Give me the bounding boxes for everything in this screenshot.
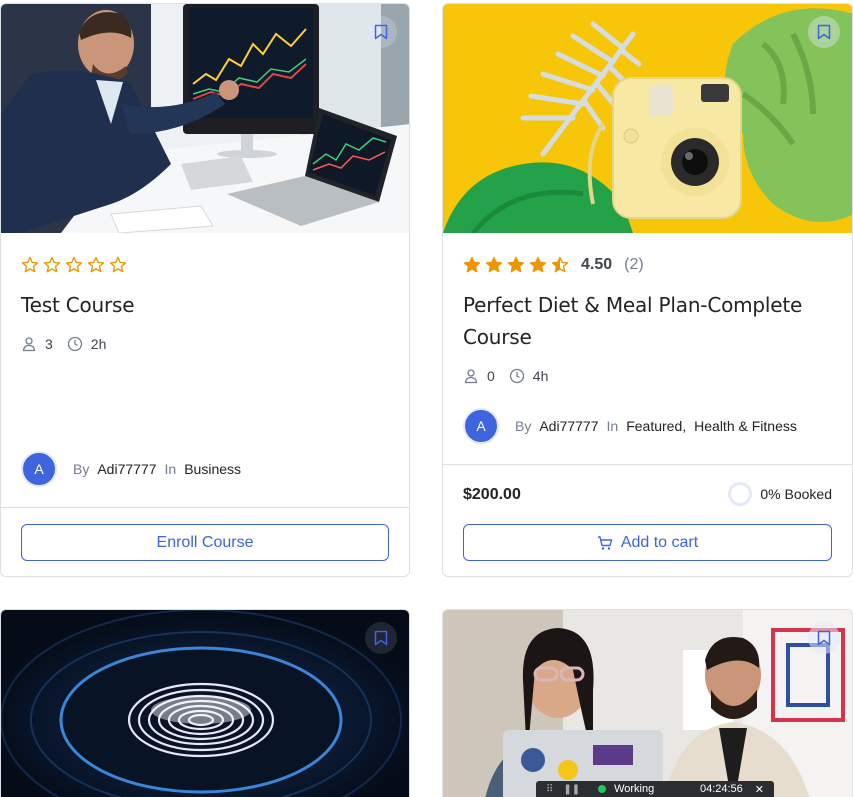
bookmark-icon <box>817 630 831 646</box>
course-title[interactable]: Perfect Diet & Meal Plan-Complete Course <box>463 289 832 353</box>
clock-icon <box>67 336 82 352</box>
booked-label: 0% Booked <box>760 486 832 502</box>
course-meta: 3 2h <box>21 336 120 352</box>
star-full-icon <box>529 256 547 273</box>
enroll-course-label: Enroll Course <box>156 533 254 551</box>
close-icon[interactable]: ✕ <box>755 783 764 796</box>
course-thumbnail[interactable] <box>1 4 409 233</box>
cart-icon <box>597 535 613 550</box>
rating-star-icons <box>463 256 569 274</box>
enrolled-count: 3 <box>45 336 53 352</box>
course-title-line-1: Perfect Diet & Meal Plan-Complete <box>463 293 803 317</box>
booked-progress: 0% Booked <box>728 482 832 506</box>
course-title-line-2: Course <box>463 325 532 349</box>
course-card-fingerprint <box>0 609 410 797</box>
card-footer-divider <box>1 507 409 508</box>
course-price: $200.00 <box>463 486 521 503</box>
pause-icon[interactable]: ❚❚ <box>563 784 580 795</box>
star-full-icon <box>485 256 503 273</box>
rating-stars <box>21 256 127 274</box>
star-empty-icon <box>87 256 105 273</box>
bookmark-icon <box>374 24 388 40</box>
enrolled-count: 0 <box>487 368 495 384</box>
star-empty-icon <box>65 256 83 273</box>
category-link-featured[interactable]: Featured <box>626 418 682 434</box>
course-meta: 0 4h <box>463 368 562 384</box>
enroll-course-button[interactable]: Enroll Course <box>21 524 389 561</box>
tracker-timer: 04:24:56 <box>699 783 743 795</box>
course-author: A By Adi77777 In Featured , Health & Fit… <box>463 408 797 444</box>
office-colleagues-image <box>443 610 852 797</box>
category-separator: , <box>682 418 687 434</box>
fingerprint-scanner-image <box>1 610 409 797</box>
course-thumbnail[interactable] <box>443 4 852 233</box>
star-half-icon <box>551 256 569 273</box>
drag-handle-icon[interactable]: ⠿ <box>546 784 553 795</box>
star-full-icon <box>507 256 525 273</box>
category-link-health-fitness[interactable]: Health & Fitness <box>694 418 797 434</box>
rating-stars: 4.50 (2) <box>463 256 644 274</box>
status-dot <box>598 785 607 793</box>
user-icon <box>464 369 478 384</box>
card-footer-divider <box>443 464 852 465</box>
star-full-icon <box>463 256 481 273</box>
star-empty-icon <box>21 256 39 273</box>
course-thumbnail[interactable] <box>1 610 409 797</box>
avatar[interactable]: A <box>21 451 57 487</box>
category-link-business[interactable]: Business <box>184 461 241 477</box>
bookmark-button[interactable] <box>365 16 397 48</box>
star-empty-icon <box>43 256 61 273</box>
instant-camera-image <box>443 4 852 233</box>
bookmark-button[interactable] <box>808 622 840 654</box>
bookmark-button[interactable] <box>808 16 840 48</box>
course-card-test-course: Test Course 3 2h A By Adi77777 In Busine… <box>0 3 410 577</box>
add-to-cart-button[interactable]: Add to cart <box>463 524 832 561</box>
user-icon <box>22 337 36 352</box>
booked-progress-ring <box>728 482 753 506</box>
bookmark-icon <box>817 24 831 40</box>
in-label: In <box>606 418 619 434</box>
rating-count: (2) <box>624 256 644 273</box>
by-label: By <box>515 418 532 434</box>
star-empty-icon <box>109 256 127 273</box>
course-duration: 4h <box>532 368 549 384</box>
course-title[interactable]: Test Course <box>21 289 389 321</box>
author-link[interactable]: Adi77777 <box>539 418 598 434</box>
course-author: A By Adi77777 In Business <box>21 451 241 487</box>
trading-desk-image <box>1 4 409 233</box>
author-link[interactable]: Adi77777 <box>97 461 156 477</box>
course-thumbnail[interactable] <box>443 610 852 797</box>
clock-icon <box>509 368 524 384</box>
rating-average: 4.50 <box>581 256 613 273</box>
bookmark-button[interactable] <box>365 622 397 654</box>
bookmark-icon <box>374 630 388 646</box>
in-label: In <box>164 461 177 477</box>
add-to-cart-label: Add to cart <box>620 533 699 551</box>
course-duration: 2h <box>90 336 107 352</box>
course-card-diet-meal-plan: 4.50 (2) Perfect Diet & Meal Plan-Comple… <box>442 3 853 577</box>
avatar[interactable]: A <box>463 408 499 444</box>
time-tracker-widget[interactable]: ⠿ ❚❚ Working 04:24:56 ✕ <box>536 781 774 797</box>
by-label: By <box>73 461 90 477</box>
tracker-status: Working <box>614 783 655 795</box>
course-card-office-colleagues <box>442 609 853 797</box>
